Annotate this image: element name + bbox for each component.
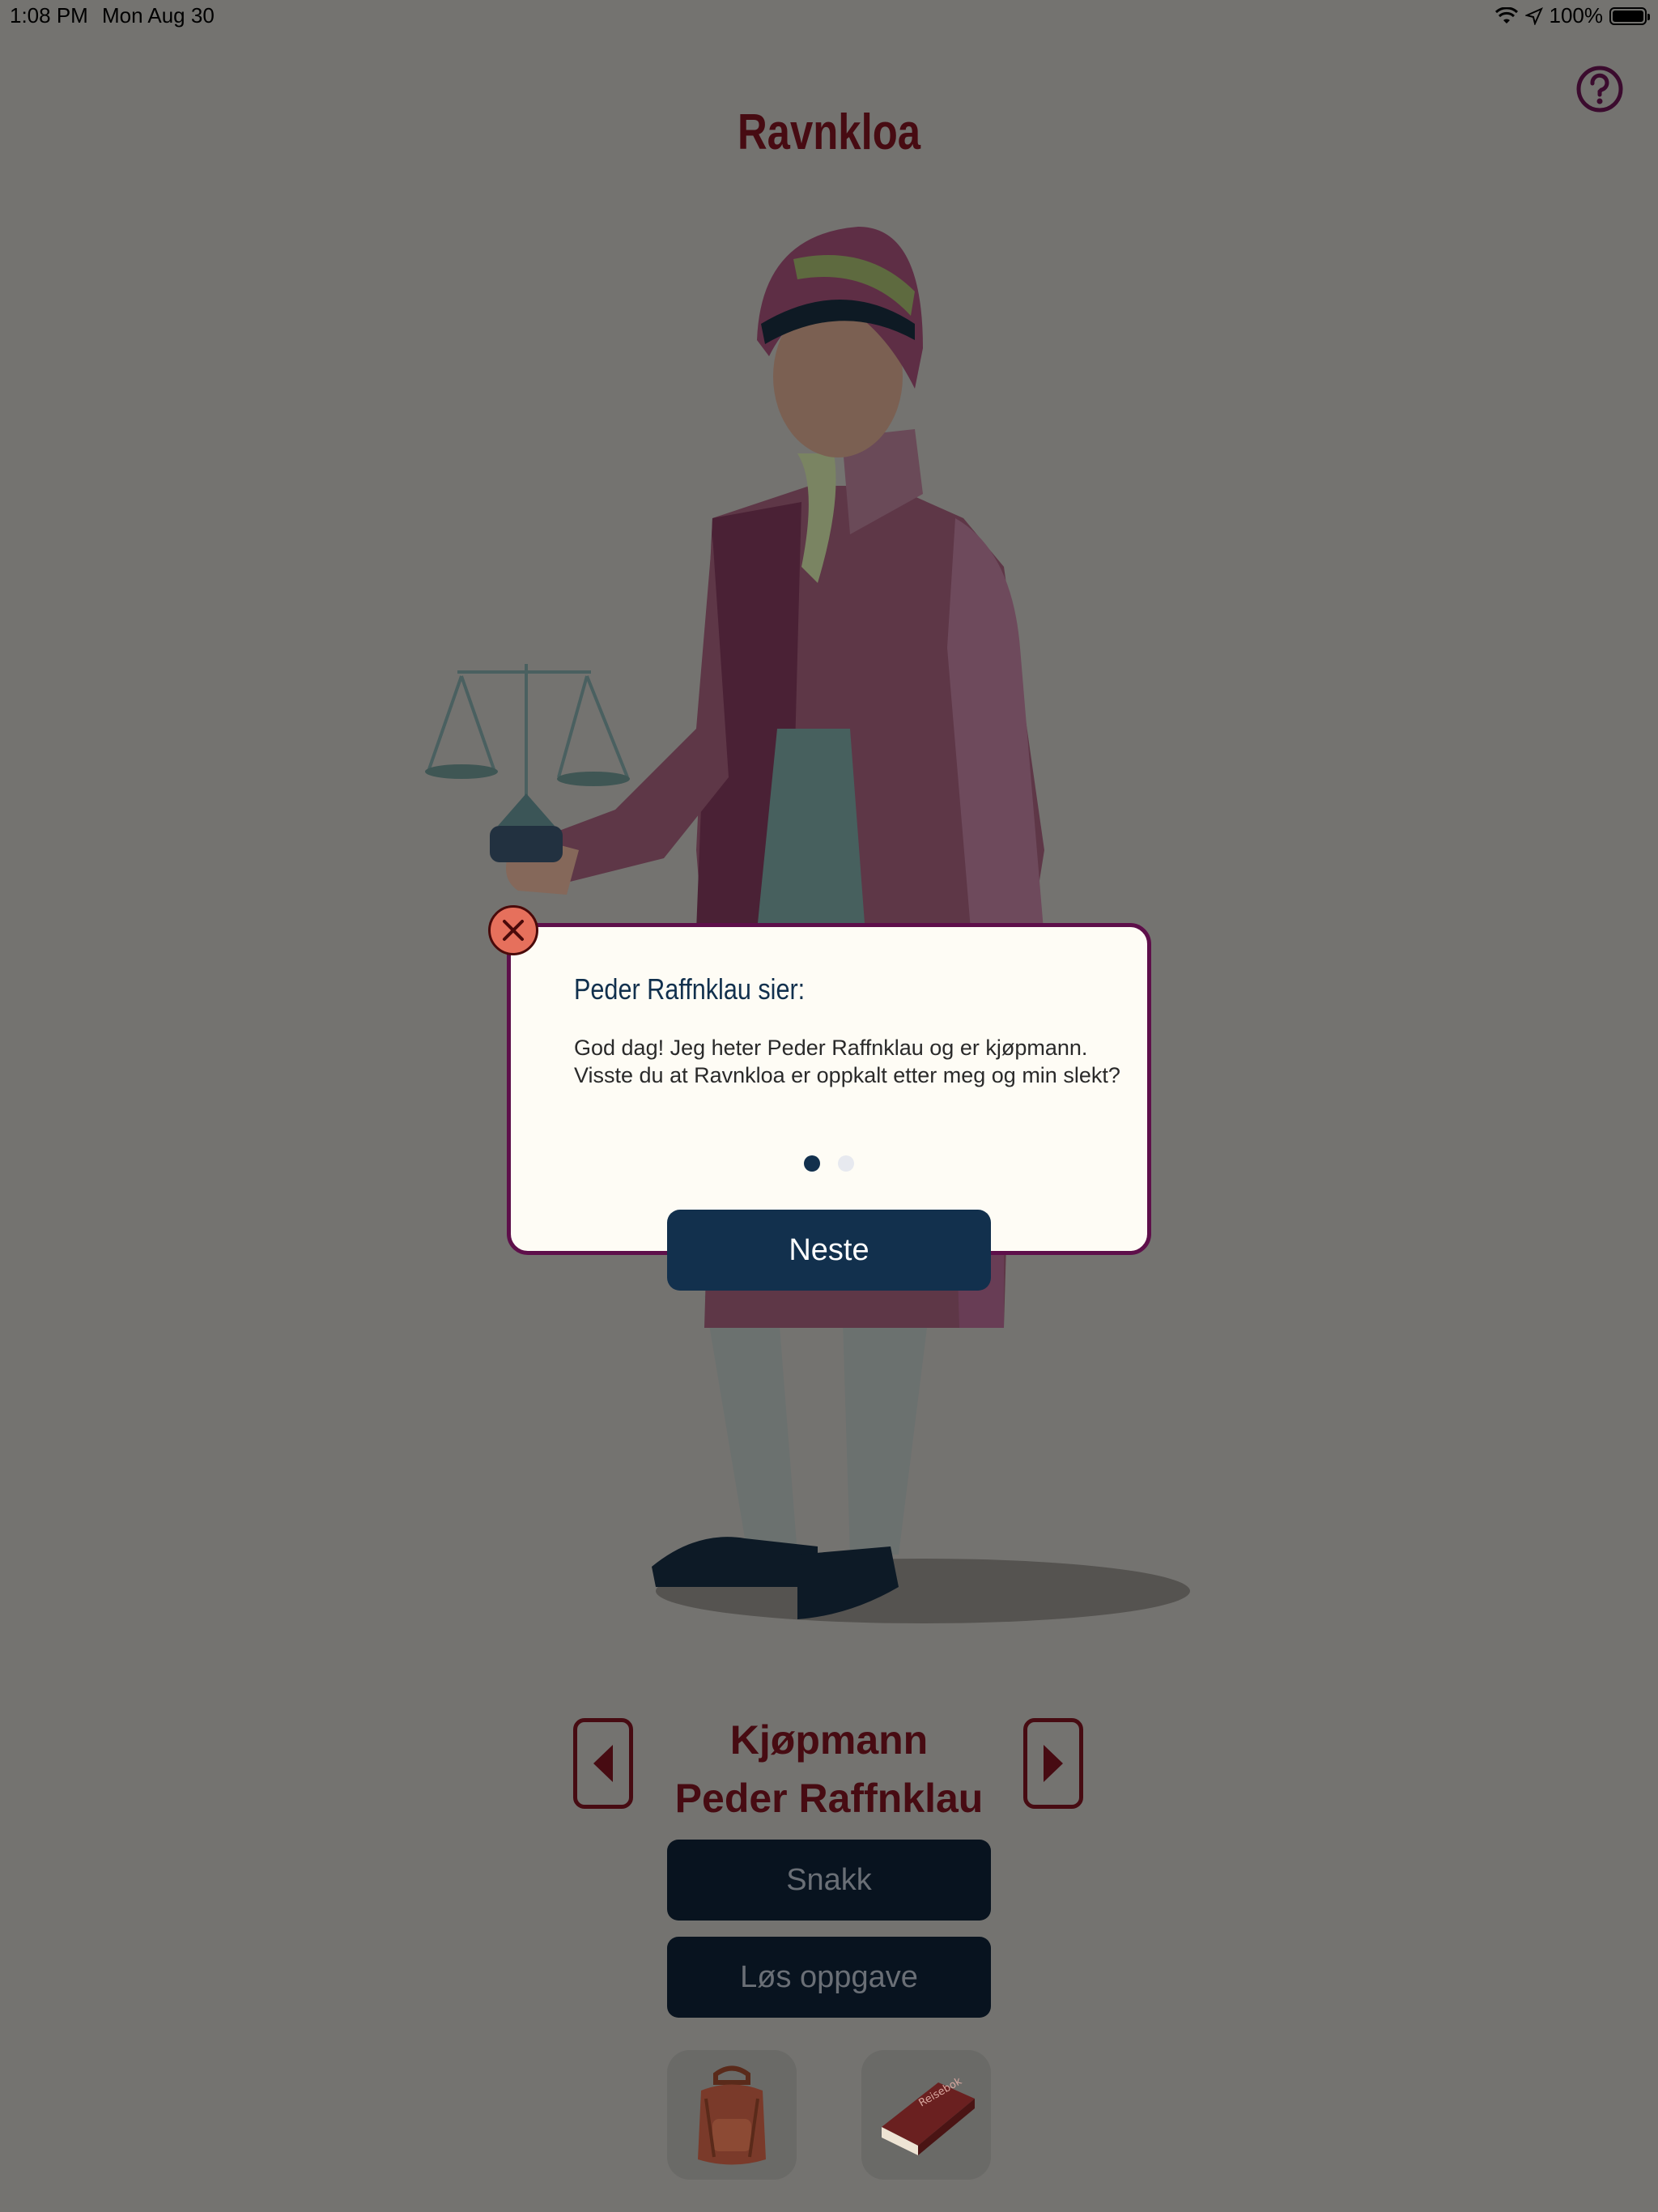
arrow-right-icon [1044,1745,1063,1782]
page-dot[interactable] [838,1155,854,1172]
dialog-message: God dag! Jeg heter Peder Raffnklau og er… [574,1036,1120,1087]
close-button[interactable] [488,905,538,955]
character-name: Peder Raffnklau [674,1776,984,1821]
character-role: Kjøpmann [729,1717,929,1763]
travel-book-icon: Reisebok [882,2075,975,2155]
next-character-button[interactable] [1023,1718,1083,1809]
page-indicator [511,1155,1147,1172]
next-button[interactable]: Neste [667,1210,991,1291]
backpack-button[interactable] [667,2050,797,2180]
talk-button[interactable]: Snakk [667,1840,991,1921]
close-icon [503,920,524,941]
speech-dialog: Peder Raffnklau sier: God dag! Jeg heter… [507,923,1151,1255]
merchant-character-illustration [425,227,1190,1623]
solve-task-button[interactable]: Løs oppgave [667,1937,991,2018]
dialog-speaker: Peder Raffnklau sier: [574,972,806,1006]
travel-book-button[interactable]: Reisebok [861,2050,991,2180]
page-dot-active[interactable] [804,1155,820,1172]
backpack-icon [698,2065,766,2165]
